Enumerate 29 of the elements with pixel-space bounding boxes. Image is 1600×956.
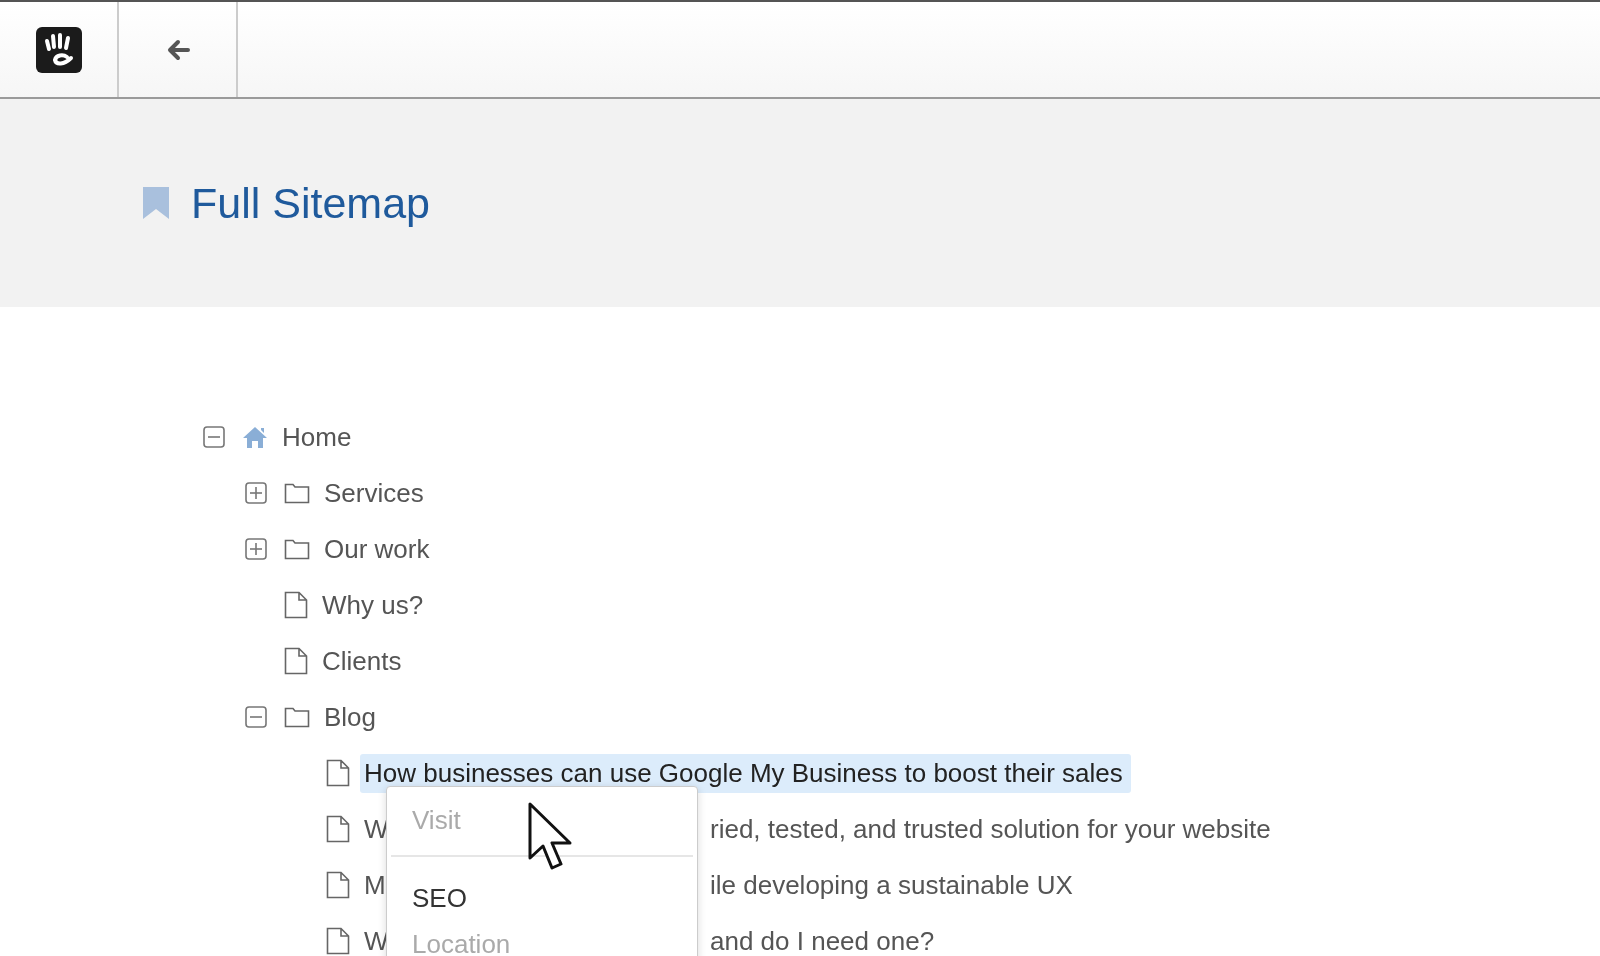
collapse-icon[interactable] — [203, 426, 225, 448]
folder-icon — [284, 706, 310, 728]
bookmark-icon — [143, 187, 169, 219]
tree-item[interactable]: Clients — [318, 641, 410, 681]
page-title: Full Sitemap — [191, 178, 430, 228]
home-icon — [242, 425, 268, 449]
tree-item[interactable]: Our work — [320, 529, 438, 569]
expand-icon[interactable] — [245, 538, 267, 560]
page-label[interactable]: ried, tested, and trusted solution for your website — [710, 813, 1271, 845]
document-icon — [326, 871, 350, 899]
tree-item[interactable]: Services — [320, 473, 432, 513]
hand-logo-icon — [35, 26, 82, 73]
folder-icon — [284, 538, 310, 560]
page-label[interactable]: ile developing a sustainable UX — [710, 869, 1073, 901]
expand-icon[interactable] — [245, 482, 267, 504]
back-arrow-icon — [165, 38, 190, 61]
collapse-icon[interactable] — [245, 706, 267, 728]
document-icon — [284, 647, 308, 675]
tree-item[interactable]: How businesses can use Google My Business to boost their sales — [360, 753, 1131, 793]
tree-item[interactable]: Why us? — [318, 585, 432, 625]
folder-icon — [284, 482, 310, 504]
document-icon — [326, 759, 350, 787]
document-icon — [326, 927, 350, 955]
menu-item[interactable]: SEO — [387, 875, 697, 921]
tree-item[interactable]: Home — [278, 417, 360, 457]
page-label[interactable]: and do I need one? — [710, 925, 935, 956]
document-icon — [284, 591, 308, 619]
tree-item[interactable]: Blog — [320, 697, 385, 737]
document-icon — [326, 815, 350, 843]
